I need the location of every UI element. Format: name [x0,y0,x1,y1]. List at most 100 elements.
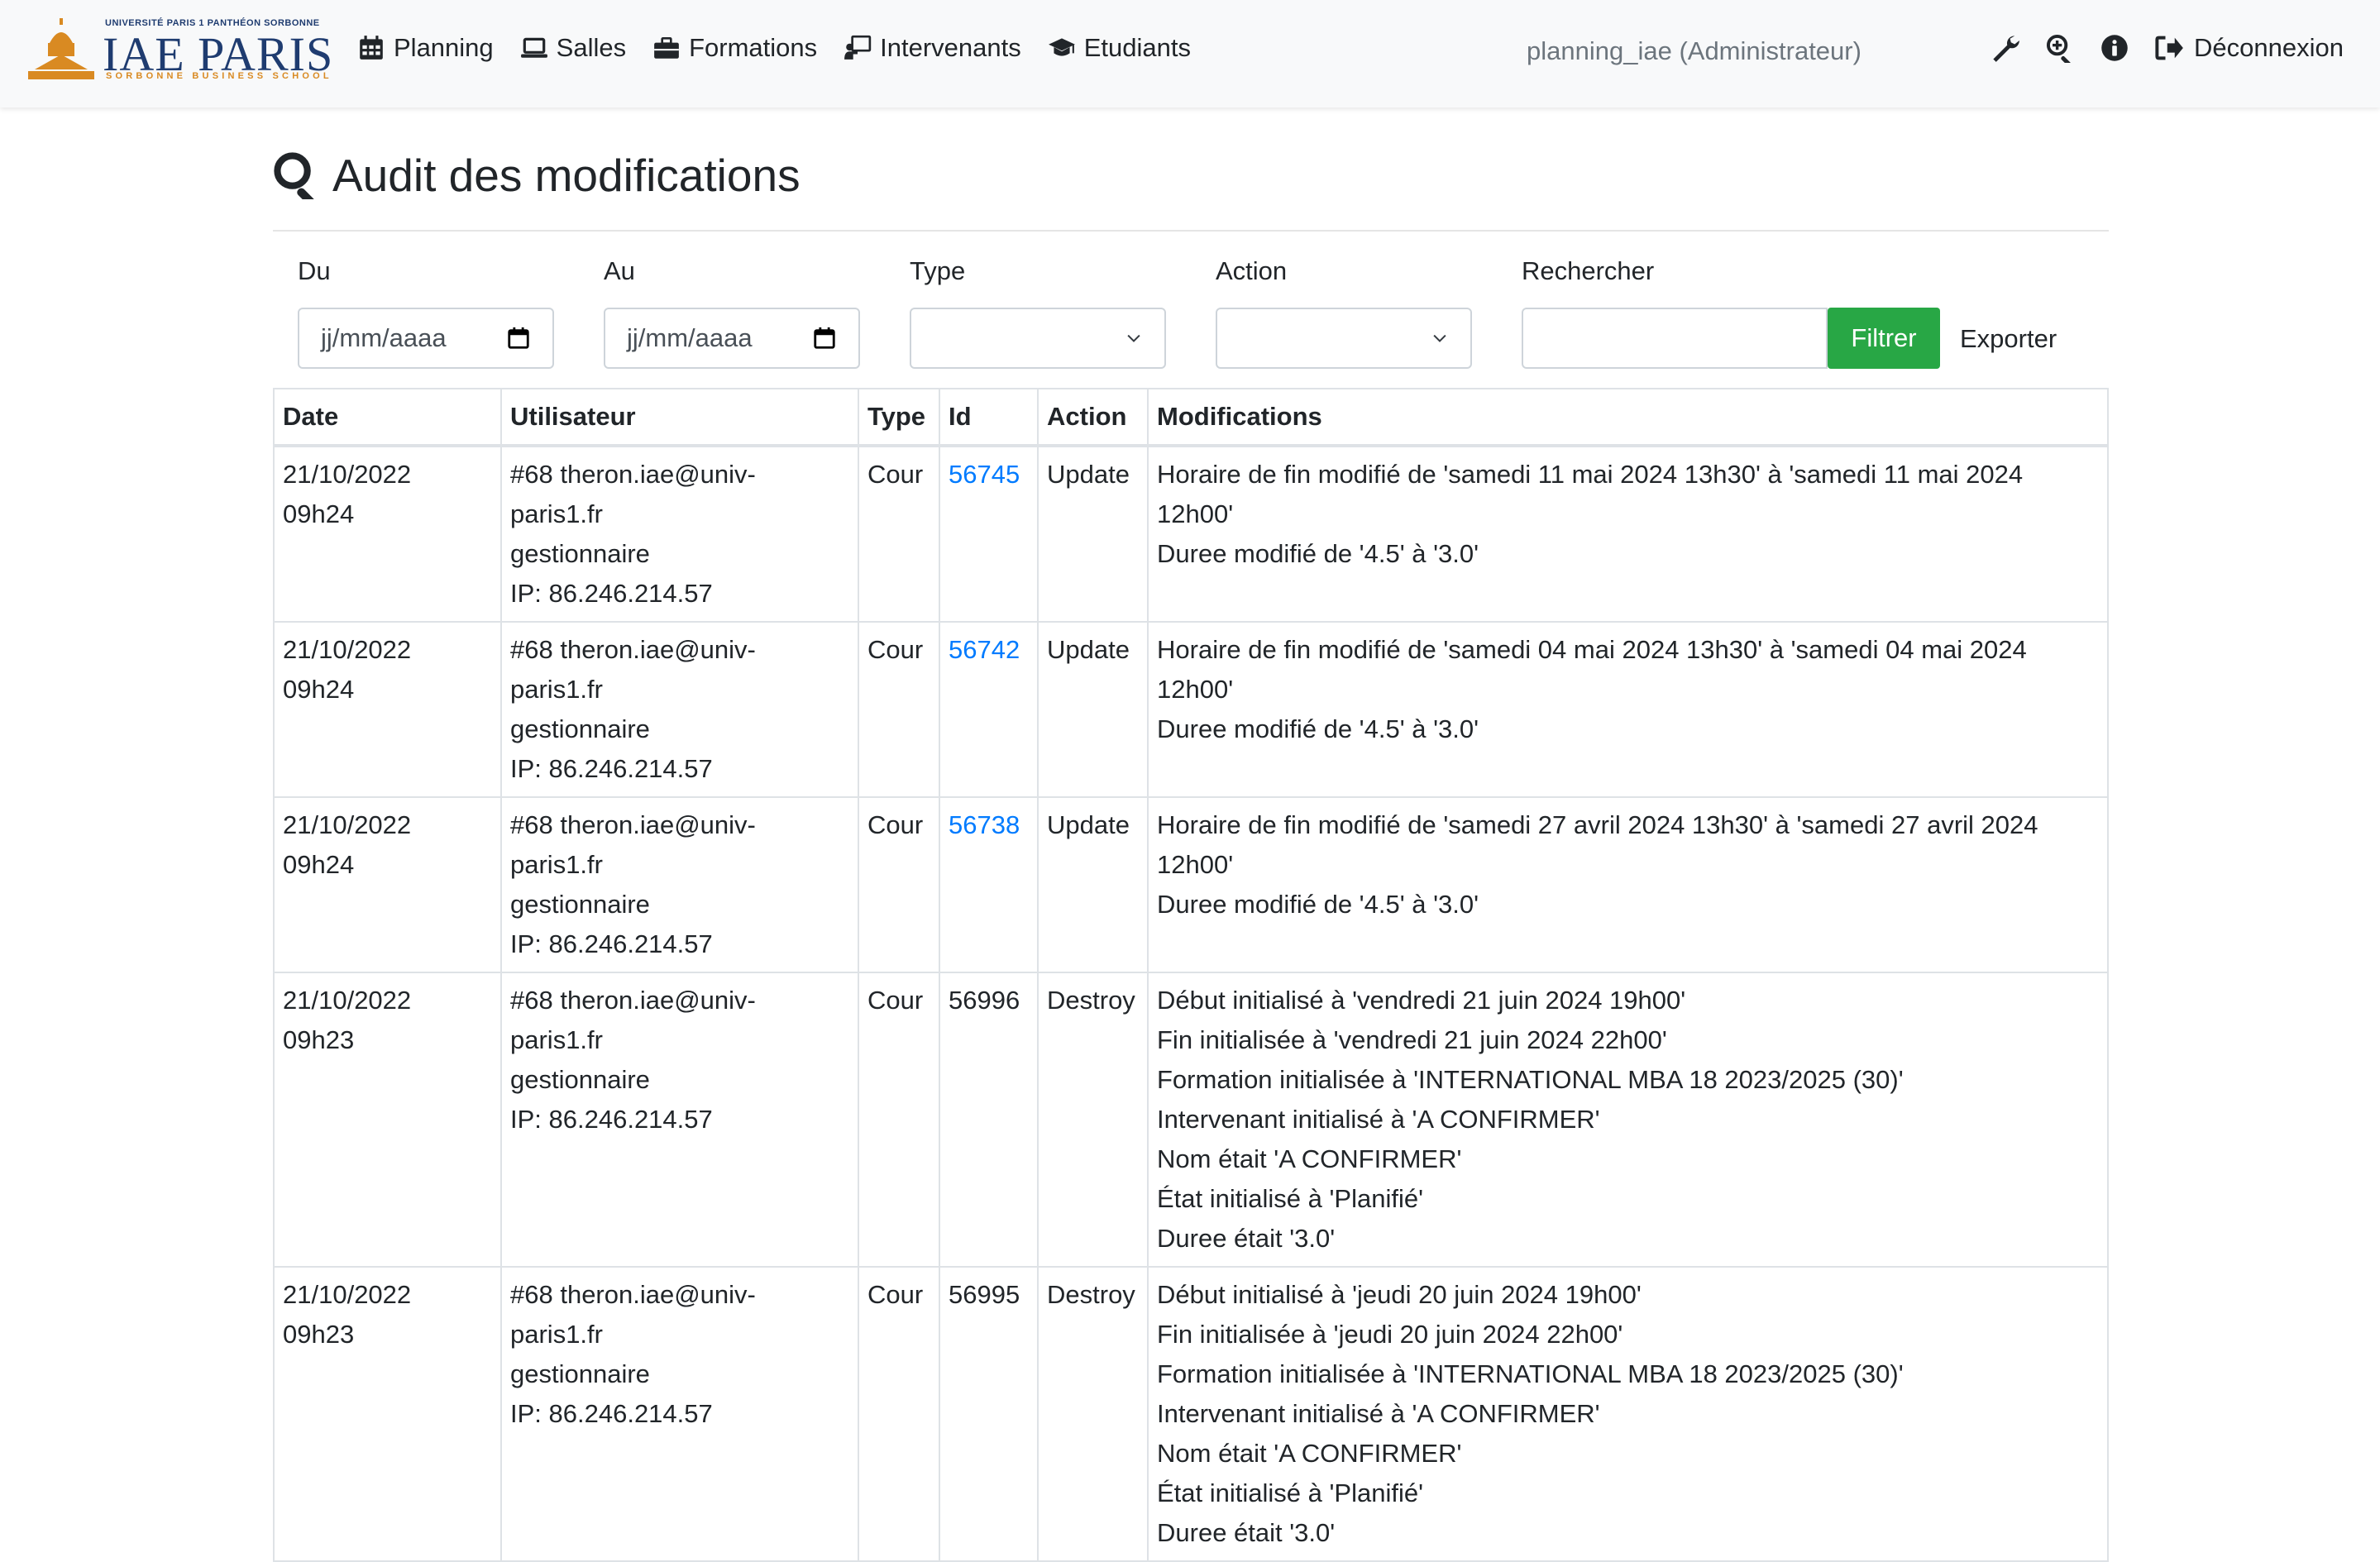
date-value: 21/10/2022 [283,1280,412,1309]
cell-date: 21/10/2022 09h23 [273,1266,502,1562]
modification-line: Nom était 'A CONFIRMER' [1157,1439,1462,1468]
time-value: 09h24 [283,675,355,704]
user-role: gestionnaire [510,714,650,743]
chalkboard-teacher-icon [844,35,872,60]
user-ip: IP: 86.246.214.57 [510,1105,713,1134]
info-circle-icon[interactable] [2100,33,2129,63]
table-row: 21/10/2022 09h24 #68 theron.iae@univ-pari… [273,796,2109,973]
cell-id-link[interactable]: 56738 [939,796,1039,973]
current-user-label: planning_iae (Administrateur) [1527,36,1861,65]
user-role: gestionnaire [510,890,650,919]
modification-line: Duree était '3.0' [1157,1224,1336,1253]
user-role: gestionnaire [510,1359,650,1388]
nav-salles[interactable]: Salles [520,33,626,63]
graduation-cap-icon [1048,38,1075,56]
date-value: 21/10/2022 [283,986,412,1015]
cell-id-link[interactable]: 56745 [939,445,1039,623]
user-domain: paris1.fr [510,675,603,704]
cell-user: #68 theron.iae@univ-paris1.fr gestionnair… [500,621,859,798]
user-role: gestionnaire [510,1065,650,1094]
cell-modifications: Début initialisé à 'jeudi 20 juin 2024 1… [1147,1266,2109,1562]
nav-intervenants-label: Intervenants [880,33,1021,62]
cell-user: #68 theron.iae@univ-paris1.fr gestionnair… [500,796,859,973]
cell-action: Destroy [1037,972,1149,1268]
type-select[interactable] [910,308,1166,369]
page-title: Audit des modifications [273,141,2109,210]
modification-line: État initialisé à 'Planifié' [1157,1478,1424,1507]
date-to-input[interactable]: jj/mm/aaaa [604,308,860,369]
export-link[interactable]: Exporter [1960,324,2057,354]
cell-modifications: Début initialisé à 'vendredi 21 juin 202… [1147,972,2109,1268]
modification-line: 12h00' [1157,850,1234,879]
action-select[interactable] [1216,308,1472,369]
calendar-picker-icon[interactable] [812,326,837,351]
sign-out-icon [2155,36,2183,60]
filter-au: Au jj/mm/aaaa [604,256,860,369]
modification-line: Intervenant initialisé à 'A CONFIRMER' [1157,1399,1600,1428]
filter-button[interactable]: Filtrer [1828,308,1940,369]
user-domain: paris1.fr [510,1025,603,1054]
nav-planning[interactable]: Planning [357,33,494,63]
iae-paris-logo[interactable]: UNIVERSITÉ PARIS 1 PANTHÉON SORBONNE IAE… [26,18,332,84]
user-value: #68 theron.iae@univ- [510,460,756,489]
cell-id-link[interactable]: 56742 [939,621,1039,798]
modification-line: 12h00' [1157,675,1234,704]
user-role: gestionnaire [510,539,650,568]
cell-date: 21/10/2022 09h24 [273,796,502,973]
briefcase-icon [654,36,679,59]
cell-type: Cour [858,445,940,623]
nav-formations[interactable]: Formations [652,33,817,63]
main-content: Audit des modifications Du jj/mm/aaaa Au… [273,141,2109,1562]
filters-form: Du jj/mm/aaaa Au jj/mm/aaaa Type Action [273,232,2109,389]
cell-action: Update [1037,796,1149,973]
nav-formations-label: Formations [689,33,818,62]
modification-line: Début initialisé à 'jeudi 20 juin 2024 1… [1157,1280,1642,1309]
user-value: #68 theron.iae@univ- [510,1280,756,1309]
date-from-input[interactable]: jj/mm/aaaa [298,308,554,369]
cell-date: 21/10/2022 09h24 [273,445,502,623]
calendar-picker-icon[interactable] [506,326,531,351]
cell-action: Update [1037,445,1149,623]
modification-line: Début initialisé à 'vendredi 21 juin 202… [1157,986,1686,1015]
cell-date: 21/10/2022 09h24 [273,621,502,798]
nav-intervenants[interactable]: Intervenants [844,33,1021,63]
search-input[interactable] [1522,308,1828,369]
table-row: 21/10/2022 09h23 #68 theron.iae@univ-pari… [273,972,2109,1268]
col-header-utilisateur: Utilisateur [500,388,859,447]
navbar: UNIVERSITÉ PARIS 1 PANTHÉON SORBONNE IAE… [0,0,2380,107]
logout-link[interactable]: Déconnexion [2154,33,2344,63]
audit-table: Date Utilisateur Type Id Action Modifica… [273,388,2109,1562]
search-plus-icon[interactable] [2045,33,2075,63]
cell-type: Cour [858,796,940,973]
user-value: #68 theron.iae@univ- [510,635,756,664]
date-to-placeholder: jj/mm/aaaa [627,323,753,352]
modification-line: Fin initialisée à 'vendredi 21 juin 2024… [1157,1025,1667,1054]
modification-line: État initialisé à 'Planifié' [1157,1184,1424,1213]
filter-du-label: Du [298,256,331,285]
logo-school-text: SORBONNE BUSINESS SCHOOL [106,71,332,81]
date-value: 21/10/2022 [283,810,412,839]
modification-line: 12h00' [1157,499,1234,528]
cell-modifications: Horaire de fin modifié de 'samedi 04 mai… [1147,621,2109,798]
table-row: 21/10/2022 09h24 #68 theron.iae@univ-pari… [273,621,2109,798]
nav-etudiants-label: Etudiants [1083,33,1192,62]
filter-au-label: Au [604,256,635,285]
modification-line: Duree était '3.0' [1157,1518,1336,1547]
wrench-icon[interactable] [1991,33,2020,63]
user-ip: IP: 86.246.214.57 [510,579,713,608]
cell-date: 21/10/2022 09h23 [273,972,502,1268]
main-nav: Planning Salles Formations Intervenants … [357,33,1191,63]
user-domain: paris1.fr [510,499,603,528]
modification-line: Formation initialisée à 'INTERNATIONAL M… [1157,1359,1904,1388]
col-header-action: Action [1037,388,1149,447]
cell-type: Cour [858,621,940,798]
nav-etudiants[interactable]: Etudiants [1048,33,1191,63]
filter-action-label: Action [1216,256,1288,285]
time-value: 09h24 [283,850,355,879]
filter-type: Type [910,256,1166,369]
table-row: 21/10/2022 09h23 #68 theron.iae@univ-pari… [273,1266,2109,1562]
modification-line: Horaire de fin modifié de 'samedi 27 avr… [1157,810,2038,839]
chevron-down-icon [1127,334,1140,342]
filter-search: Rechercher [1522,256,1828,369]
pantheon-dome-icon [28,18,94,79]
